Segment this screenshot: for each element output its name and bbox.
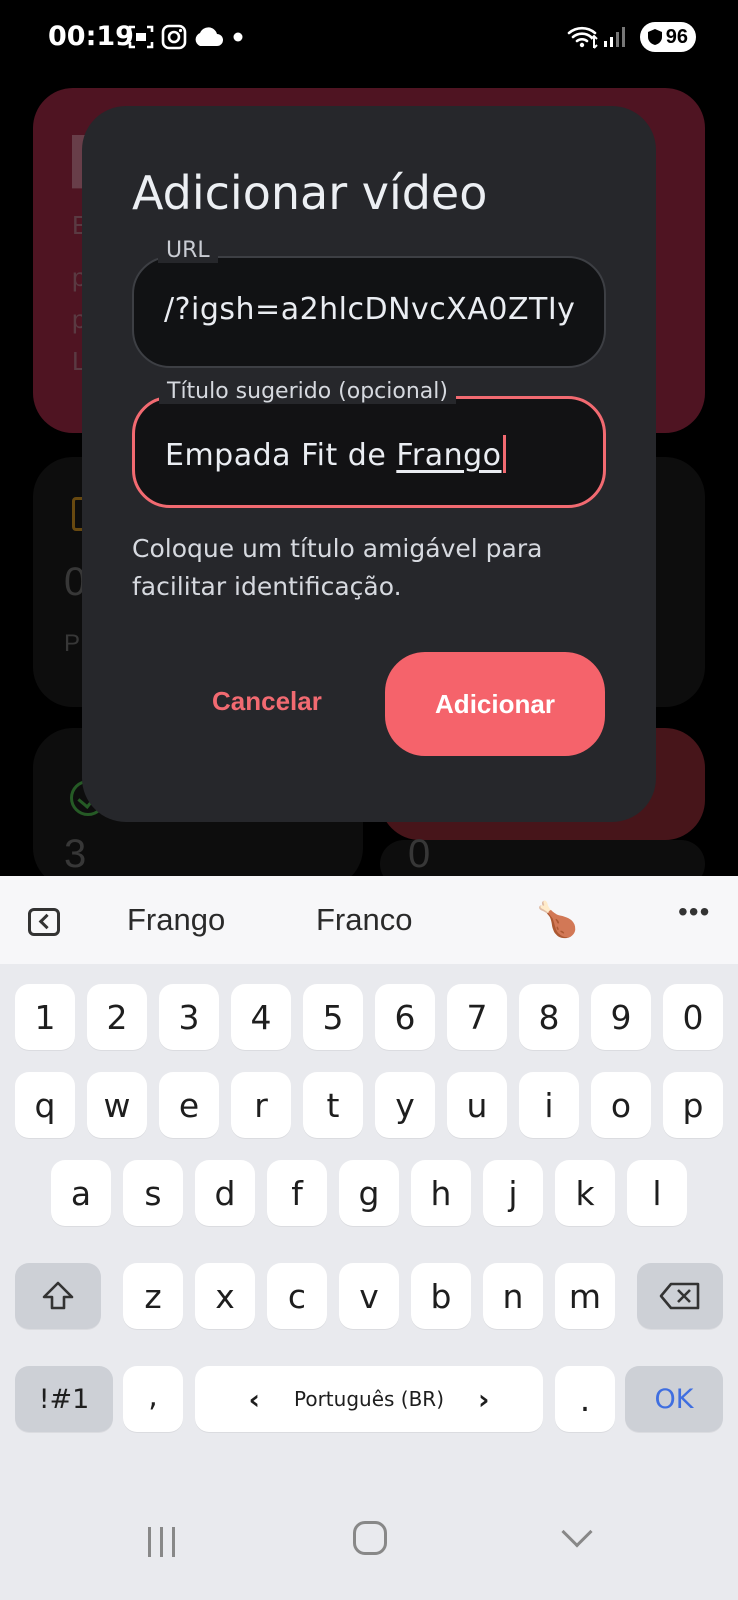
recent-apps-button[interactable] [148, 1527, 180, 1557]
key-2[interactable]: 2 [87, 984, 147, 1050]
status-bar: 00:19 96 [0, 0, 738, 76]
keyboard: Frango Franco 🍗 ••• 1 2 3 4 5 6 7 8 9 0 … [0, 876, 738, 1600]
language-label: Português (BR) [294, 1387, 444, 1411]
key-n[interactable]: n [483, 1263, 543, 1329]
suggestion-emoji[interactable]: 🍗 [536, 900, 578, 940]
chevron-left-icon: ‹ [248, 1382, 260, 1416]
key-c[interactable]: c [267, 1263, 327, 1329]
key-t[interactable]: t [303, 1072, 363, 1138]
key-y[interactable]: y [375, 1072, 435, 1138]
navigation-bar [0, 1505, 738, 1600]
text-cursor [502, 435, 506, 473]
status-time: 00:19 [48, 21, 134, 52]
add-button[interactable]: Adicionar [385, 652, 605, 756]
home-button[interactable] [353, 1521, 387, 1555]
shift-icon [42, 1281, 74, 1310]
dot-icon [233, 32, 243, 42]
symbols-key[interactable]: !#1 [15, 1366, 113, 1432]
key-r[interactable]: r [231, 1072, 291, 1138]
wifi-icon [567, 26, 598, 49]
key-v[interactable]: v [339, 1263, 399, 1329]
key-h[interactable]: h [411, 1160, 471, 1226]
key-p[interactable]: p [663, 1072, 723, 1138]
add-video-dialog: Adicionar vídeo URL /?igsh=a2hlcDNvcXA0Z… [82, 106, 656, 822]
key-8[interactable]: 8 [519, 984, 579, 1050]
key-4[interactable]: 4 [231, 984, 291, 1050]
instagram-icon [161, 24, 187, 50]
comma-key[interactable]: , [123, 1366, 183, 1432]
helper-text: Coloque um título amigável para facilita… [132, 534, 543, 601]
key-s[interactable]: s [123, 1160, 183, 1226]
key-o[interactable]: o [591, 1072, 651, 1138]
toolbar-back-icon[interactable] [28, 908, 60, 936]
key-7[interactable]: 7 [447, 984, 507, 1050]
backspace-key[interactable] [637, 1263, 723, 1329]
key-x[interactable]: x [195, 1263, 255, 1329]
signal-icon [604, 27, 625, 47]
title-field[interactable]: Título sugerido (opcional) Empada Fit de… [132, 379, 606, 508]
cancel-button[interactable]: Cancelar [212, 686, 322, 717]
url-input[interactable]: /?igsh=a2hlcDNvcXA0ZTIy [164, 292, 580, 327]
shield-icon [648, 29, 662, 45]
suggestion-2[interactable]: Franco [316, 902, 412, 938]
cloud-icon [195, 27, 223, 46]
title-input-composing-word: Frango [396, 438, 502, 473]
key-u[interactable]: u [447, 1072, 507, 1138]
back-button[interactable] [561, 1516, 593, 1548]
space-key[interactable]: ‹ Português (BR) › [195, 1366, 543, 1432]
key-b[interactable]: b [411, 1263, 471, 1329]
key-k[interactable]: k [555, 1160, 615, 1226]
key-1[interactable]: 1 [15, 984, 75, 1050]
suggestion-1[interactable]: Frango [127, 902, 225, 938]
url-field-label: URL [158, 238, 218, 263]
key-z[interactable]: z [123, 1263, 183, 1329]
chevron-right-icon: › [478, 1382, 490, 1416]
suggestion-bar: Frango Franco 🍗 ••• [0, 876, 738, 964]
battery-level: 96 [665, 25, 688, 48]
key-m[interactable]: m [555, 1263, 615, 1329]
more-icon[interactable]: ••• [678, 896, 710, 928]
key-5[interactable]: 5 [303, 984, 363, 1050]
battery-icon: 96 [640, 22, 696, 52]
key-l[interactable]: l [627, 1160, 687, 1226]
title-input-prefix: Empada Fit de [165, 438, 397, 473]
title-input[interactable]: Empada Fit de Frango [165, 435, 579, 473]
key-i[interactable]: i [519, 1072, 579, 1138]
key-g[interactable]: g [339, 1160, 399, 1226]
key-e[interactable]: e [159, 1072, 219, 1138]
screenshot-icon [128, 25, 154, 49]
ok-key[interactable]: OK [625, 1366, 723, 1432]
key-w[interactable]: w [87, 1072, 147, 1138]
url-field[interactable]: URL /?igsh=a2hlcDNvcXA0ZTIy [132, 238, 606, 368]
key-j[interactable]: j [483, 1160, 543, 1226]
period-key[interactable]: . [555, 1366, 615, 1432]
key-a[interactable]: a [51, 1160, 111, 1226]
key-q[interactable]: q [15, 1072, 75, 1138]
key-6[interactable]: 6 [375, 984, 435, 1050]
key-f[interactable]: f [267, 1160, 327, 1226]
dialog-title: Adicionar vídeo [132, 166, 488, 220]
shift-key[interactable] [15, 1263, 101, 1329]
title-field-label: Título sugerido (opcional) [159, 379, 456, 404]
key-9[interactable]: 9 [591, 984, 651, 1050]
key-3[interactable]: 3 [159, 984, 219, 1050]
key-0[interactable]: 0 [663, 984, 723, 1050]
backspace-icon [659, 1282, 700, 1310]
key-d[interactable]: d [195, 1160, 255, 1226]
